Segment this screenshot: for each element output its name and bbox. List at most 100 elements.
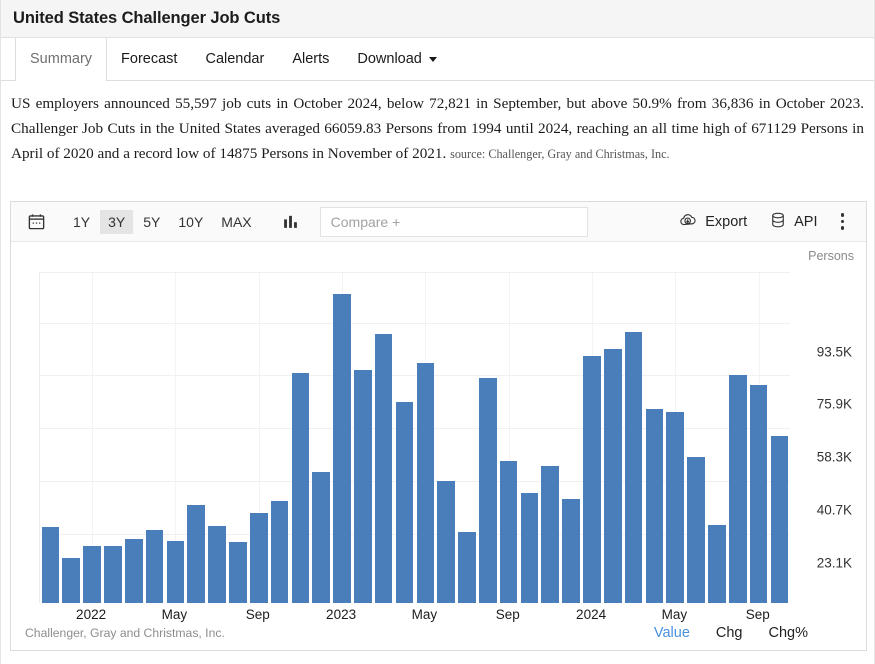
bar[interactable] (42, 527, 60, 604)
description-paragraph: US employers announced 55,597 job cuts i… (1, 81, 874, 167)
y-axis-labels: 23.1K40.7K58.3K75.9K93.5K (794, 272, 858, 603)
bar[interactable] (521, 493, 539, 604)
bar[interactable] (250, 513, 268, 603)
bar[interactable] (541, 466, 559, 603)
bar-series (40, 273, 790, 603)
bar[interactable] (271, 501, 289, 603)
tab-alerts[interactable]: Alerts (278, 38, 343, 80)
toolbar-actions: Export API (669, 206, 856, 238)
tab-calendar[interactable]: Calendar (191, 38, 278, 80)
tab-forecast[interactable]: Forecast (107, 38, 191, 80)
range-1y[interactable]: 1Y (65, 210, 98, 234)
tab-summary-label: Summary (30, 51, 92, 67)
x-axis-tick-label: 2024 (576, 607, 606, 622)
kebab-dot (841, 213, 845, 217)
export-button[interactable]: Export (669, 206, 756, 238)
bar[interactable] (729, 375, 747, 603)
y-axis-tick-label: 23.1K (817, 555, 852, 570)
bar[interactable] (187, 505, 205, 603)
bar[interactable] (167, 541, 185, 603)
tab-summary[interactable]: Summary (15, 38, 107, 80)
calendar-icon[interactable] (21, 207, 51, 237)
bar[interactable] (104, 546, 122, 603)
x-axis-tick-label: May (162, 607, 188, 622)
bar[interactable] (62, 558, 80, 603)
chart-area: Persons 23.1K40.7K58.3K75.9K93.5K 2022Ma… (11, 242, 866, 651)
chevron-down-icon (429, 57, 437, 62)
bar[interactable] (375, 334, 393, 603)
x-axis-tick-label: Sep (746, 607, 770, 622)
page-root: United States Challenger Job Cuts Summar… (0, 0, 875, 664)
x-axis-tick-label: May (662, 607, 688, 622)
compare-input[interactable]: Compare + (320, 207, 588, 237)
kebab-dot (841, 220, 845, 224)
chart-card: 1Y 3Y 5Y 10Y MAX Compare + (10, 201, 867, 651)
page-header: United States Challenger Job Cuts (1, 0, 874, 38)
tab-forecast-label: Forecast (121, 51, 177, 67)
cloud-download-icon (678, 210, 698, 234)
bar[interactable] (146, 530, 164, 603)
bar[interactable] (583, 356, 601, 603)
chart-source-label: Challenger, Gray and Christmas, Inc. (25, 626, 225, 640)
bar[interactable] (125, 539, 143, 603)
bar[interactable] (646, 409, 664, 603)
range-selector: 1Y 3Y 5Y 10Y MAX (65, 210, 260, 234)
bar[interactable] (750, 385, 768, 603)
mode-chgpct[interactable]: Chg% (769, 625, 809, 641)
bar[interactable] (396, 402, 414, 603)
bar[interactable] (562, 499, 580, 603)
chart-toolbar: 1Y 3Y 5Y 10Y MAX Compare + (11, 202, 866, 242)
chart-footer: Challenger, Gray and Christmas, Inc. Val… (11, 621, 866, 645)
description-source: source: Challenger, Gray and Christmas, … (450, 147, 670, 161)
bar[interactable] (625, 332, 643, 603)
y-axis-tick-label: 40.7K (817, 502, 852, 517)
bar[interactable] (604, 349, 622, 603)
range-3y[interactable]: 3Y (100, 210, 133, 234)
bar[interactable] (666, 412, 684, 603)
bar[interactable] (708, 525, 726, 603)
x-axis-tick-label: Sep (246, 607, 270, 622)
bar[interactable] (354, 370, 372, 603)
tab-download[interactable]: Download (343, 38, 451, 80)
x-axis-tick-label: 2022 (76, 607, 106, 622)
bar[interactable] (437, 481, 455, 603)
kebab-menu-icon[interactable] (831, 207, 855, 236)
bar[interactable] (771, 436, 789, 603)
bar[interactable] (458, 532, 476, 603)
mode-value[interactable]: Value (654, 625, 690, 641)
bar[interactable] (208, 526, 226, 603)
y-axis-tick-label: 93.5K (817, 344, 852, 359)
range-max[interactable]: MAX (213, 210, 259, 234)
api-button[interactable]: API (760, 207, 826, 237)
export-label: Export (705, 214, 747, 230)
bar[interactable] (229, 542, 247, 603)
bar[interactable] (687, 457, 705, 603)
tab-download-label: Download (357, 51, 422, 67)
tab-alerts-label: Alerts (292, 51, 329, 67)
description-text: US employers announced 55,597 job cuts i… (11, 95, 864, 162)
tab-calendar-label: Calendar (205, 51, 264, 67)
bar[interactable] (417, 363, 435, 603)
tab-bar: Summary Forecast Calendar Alerts Downloa… (1, 38, 874, 81)
range-5y[interactable]: 5Y (135, 210, 168, 234)
x-axis-tick-label: May (412, 607, 438, 622)
bar-chart-icon[interactable] (276, 207, 306, 237)
bar[interactable] (312, 472, 330, 603)
bar[interactable] (333, 294, 351, 603)
x-axis-tick-label: Sep (496, 607, 520, 622)
bar[interactable] (292, 373, 310, 604)
mode-chg[interactable]: Chg (716, 625, 743, 641)
plot-area (39, 272, 790, 603)
api-label: API (794, 214, 817, 230)
value-mode-selector: Value Chg Chg% (654, 625, 852, 641)
page-title: United States Challenger Job Cuts (13, 9, 280, 28)
bar[interactable] (83, 546, 101, 603)
compare-placeholder: Compare + (331, 214, 401, 230)
database-icon (769, 211, 787, 233)
y-axis-unit-label: Persons (808, 249, 854, 263)
bar[interactable] (500, 461, 518, 603)
range-10y[interactable]: 10Y (170, 210, 211, 234)
x-axis-tick-label: 2023 (326, 607, 356, 622)
kebab-dot (841, 226, 845, 230)
bar[interactable] (479, 378, 497, 603)
